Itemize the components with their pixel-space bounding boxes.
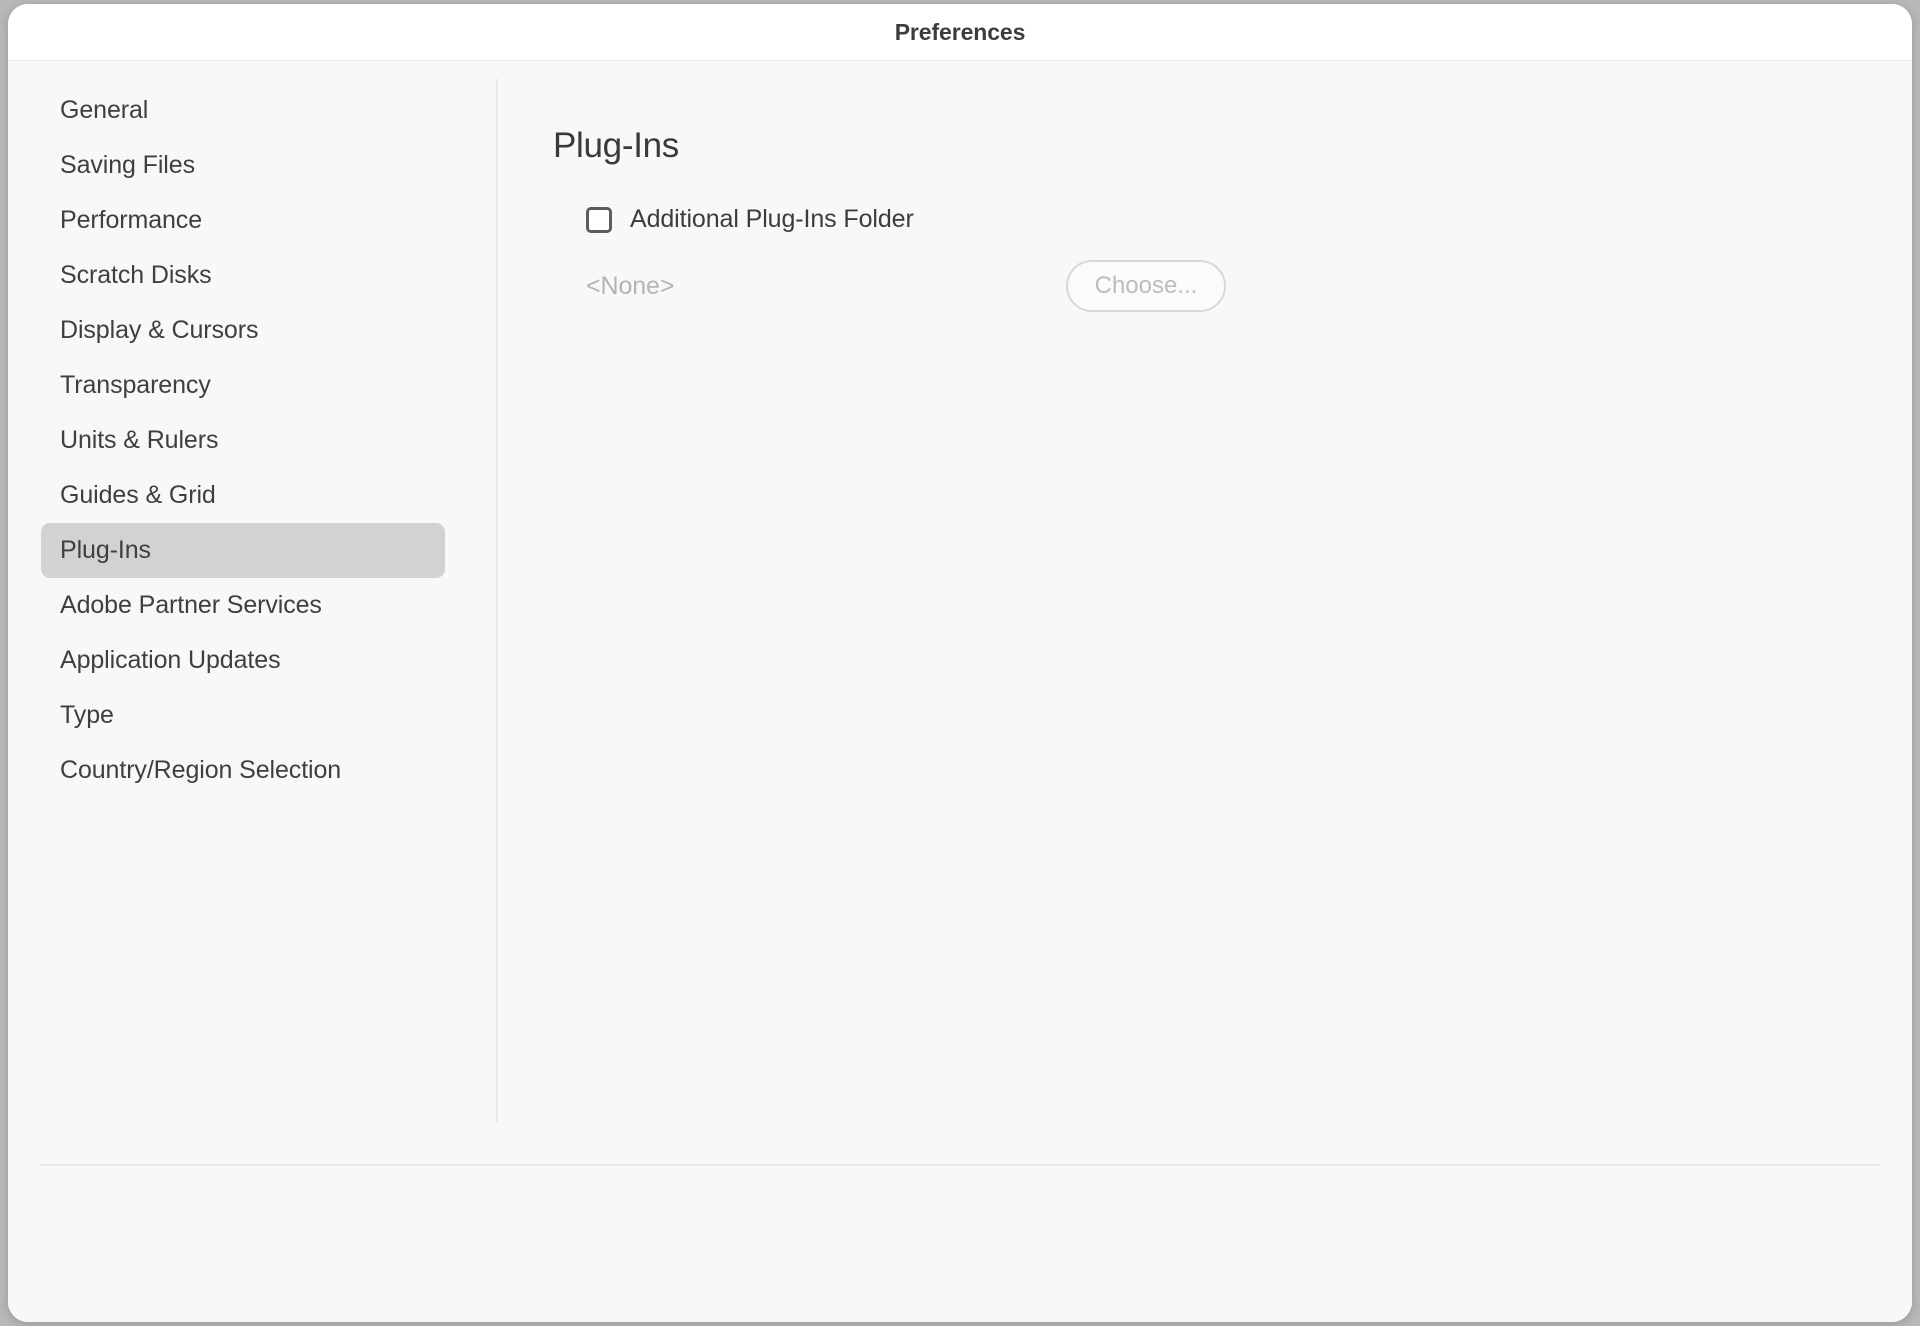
dialog-titlebar: Preferences (8, 4, 1912, 61)
dialog-title: Preferences (894, 18, 1026, 45)
sidebar-item-label: Application Updates (60, 646, 281, 674)
preferences-category-list: General Saving Files Performance Scratch Di… (8, 83, 478, 798)
sidebar-item-units-rulers[interactable]: Units & Rulers (41, 413, 445, 468)
sidebar-item-label: Guides & Grid (60, 481, 216, 509)
sidebar-item-adobe-partner-services[interactable]: Adobe Partner Services (41, 578, 445, 633)
preferences-content-panel: Plug-Ins Additional Plug-Ins Folder <Non… (496, 61, 1912, 1164)
additional-plugins-folder-checkbox[interactable] (586, 206, 612, 233)
sidebar-item-scratch-disks[interactable]: Scratch Disks (41, 248, 445, 303)
additional-plugins-folder-label: Additional Plug-Ins Folder (630, 205, 914, 233)
sidebar-item-general[interactable]: General (41, 83, 445, 138)
sidebar-item-label: Type (60, 701, 114, 729)
dialog-footer: Reset Prev Next Cancel OK (8, 1166, 1912, 1322)
plugins-folder-path-value: <None> (586, 271, 675, 300)
sidebar-item-guides-grid[interactable]: Guides & Grid (41, 468, 445, 523)
dialog-body: General Saving Files Performance Scratch Di… (8, 61, 1912, 1164)
sidebar-item-label: Performance (60, 206, 203, 234)
sidebar-item-label: Transparency (60, 371, 211, 399)
sidebar-item-plug-ins[interactable]: Plug-Ins (41, 523, 445, 578)
sidebar-item-display-cursors[interactable]: Display & Cursors (41, 303, 445, 358)
sidebar-item-application-updates[interactable]: Application Updates (41, 633, 445, 688)
sidebar-item-label: Units & Rulers (60, 426, 219, 454)
sidebar-item-label: Country/Region Selection (60, 756, 342, 784)
sidebar-item-label: Scratch Disks (60, 261, 212, 289)
additional-plugins-folder-row: Additional Plug-Ins Folder (586, 205, 914, 234)
sidebar-item-label: Plug-Ins (60, 536, 151, 564)
sidebar-item-transparency[interactable]: Transparency (41, 358, 445, 413)
sidebar-item-label: General (60, 96, 149, 124)
preferences-dialog: Preferences General Saving Files Performan… (8, 4, 1912, 1322)
sidebar-item-label: Adobe Partner Services (60, 591, 322, 619)
sidebar-item-country-region-selection[interactable]: Country/Region Selection (41, 743, 445, 798)
choose-folder-button[interactable]: Choose... (1066, 260, 1226, 312)
sidebar-item-label: Saving Files (60, 151, 195, 179)
sidebar-item-saving-files[interactable]: Saving Files (41, 138, 445, 193)
sidebar-item-label: Display & Cursors (60, 316, 259, 344)
sidebar-item-performance[interactable]: Performance (41, 193, 445, 248)
plugins-folder-path-row: <None> Choose... (586, 258, 1226, 314)
page-title: Plug-Ins (553, 126, 679, 165)
sidebar-item-type[interactable]: Type (41, 688, 445, 743)
